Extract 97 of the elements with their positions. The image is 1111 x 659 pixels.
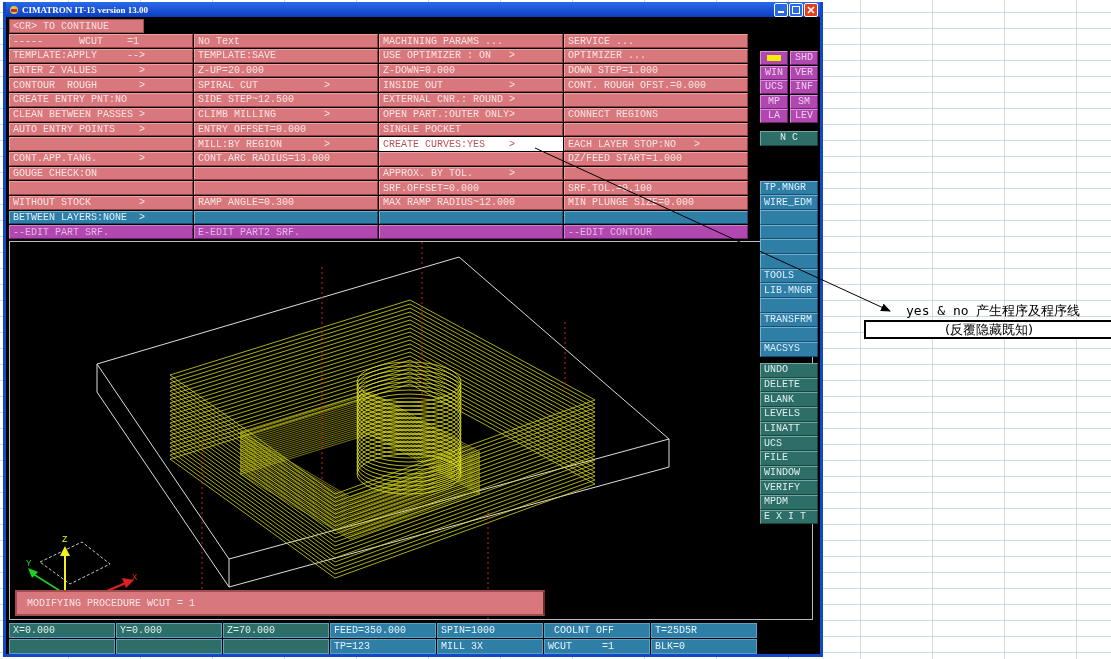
menu-item[interactable]: CLIMB MILLING > [194,107,378,122]
menu-item[interactable]: SERVICE ... [564,34,748,49]
minimize-icon [778,11,784,14]
display-button[interactable]: INF [790,80,818,95]
status-field: COOLNT OFF [544,623,650,638]
module-button[interactable] [760,254,818,269]
status-field: WCUT =1 [544,639,650,654]
menu-item[interactable]: No Text [194,34,378,49]
close-button[interactable] [804,2,818,17]
status-field: Z=70.000 [223,623,329,638]
menu-item[interactable]: Z-DOWN=0.000 [379,63,563,78]
menu-item[interactable]: EACH LAYER STOP:NO > [564,137,748,151]
menu-item[interactable]: CONT.ARC RADIUS=13.000 [194,151,378,166]
display-button[interactable]: WIN [760,65,788,80]
command-button[interactable]: UNDO [760,362,818,378]
menu-item[interactable]: CREATE CURVES:YES > [379,137,563,151]
minimize-button[interactable] [774,2,788,17]
menu-item[interactable]: CONT. ROUGH OFST.=0.000 [564,78,748,93]
menu-item[interactable]: ENTER Z VALUES > [9,63,193,78]
menu-item[interactable]: APPROX. BY TOL. > [379,166,563,181]
menu-item[interactable]: E-EDIT PART2 SRF. [194,225,378,239]
status-field: MILL 3X [437,639,543,654]
color-swatch-icon [767,55,781,62]
menu-item[interactable] [194,166,378,181]
annotation-box: (反覆隐藏既知) [864,320,1111,339]
module-button[interactable] [760,327,818,343]
command-button[interactable]: MPDM [760,495,818,510]
display-button[interactable]: LEV [790,109,818,124]
menu-item[interactable]: TEMPLATE:APPLY --> [9,49,193,63]
menu-item[interactable]: BETWEEN LAYERS:NONE > [9,210,193,225]
menu-item[interactable]: --EDIT CONTOUR [564,225,748,239]
menu-item[interactable]: CREATE ENTRY PNT:NO [9,93,193,107]
module-button[interactable]: LIB.MNGR [760,283,818,299]
command-button[interactable]: UCS [760,436,818,451]
module-button[interactable]: TP.MNGR [760,180,818,196]
menu-item[interactable]: GOUGE CHECK:ON [9,166,193,181]
display-button[interactable] [760,51,788,66]
module-button[interactable] [760,239,818,254]
menu-item[interactable] [564,166,748,181]
status-field: BLK=0 [651,639,757,654]
maximize-button[interactable] [789,2,803,17]
menu-item[interactable] [379,151,563,166]
menu-item[interactable]: CONT.APP.TANG. > [9,151,193,166]
app-icon [9,4,19,15]
menu-item[interactable]: OPTIMIZER ... [564,49,748,63]
display-button[interactable]: MP [760,94,788,109]
menu-item[interactable]: SIDE STEP~12.500 [194,93,378,107]
menu-item[interactable]: AUTO ENTRY POINTS > [9,122,193,137]
annotation-note: yes & no 产生程序及程序线 [905,302,1082,320]
continue-prompt[interactable]: <CR> TO CONTINUE [9,19,144,34]
menu-item[interactable]: ENTRY OFFSET=0.000 [194,122,378,137]
menu-item[interactable]: DOWN STEP=1.000 [564,63,748,78]
menu-item[interactable]: WITHOUT STOCK > [9,195,193,210]
status-field: FEED=350.000 [330,623,436,638]
menu-item[interactable]: ----- WCUT =1 [9,34,193,49]
command-button[interactable]: BLANK [760,392,818,407]
menu-item[interactable] [194,210,378,225]
mode-button[interactable]: N C [760,130,818,146]
status-field: T=25D5R [651,623,757,638]
menu-item[interactable]: Z-UP=20.000 [194,63,378,78]
menu-item[interactable]: MACHINING PARAMS ... [379,34,563,49]
status-field: X=0.000 [9,623,115,638]
menu-item[interactable]: DZ/FEED START=1.000 [564,151,748,166]
menu-item[interactable]: USE OPTIMIZER : ON > [379,49,563,63]
menu-item[interactable]: INSIDE OUT > [379,78,563,93]
menu-item[interactable]: MILL:BY REGION > [194,137,378,151]
menu-item[interactable]: MAX RAMP RADIUS~12.000 [379,195,563,210]
menu-item[interactable]: SRF.OFFSET=0.000 [379,181,563,195]
menu-item[interactable]: CONNECT REGIONS [564,107,748,122]
menu-item[interactable]: --EDIT PART SRF. [9,225,193,239]
display-button[interactable]: LA [760,109,788,124]
status-field: SPIN=1000 [437,623,543,638]
menu-item[interactable]: OPEN PART.:OUTER ONLY> [379,107,563,122]
menu-item[interactable]: TEMPLATE:SAVE [194,49,378,63]
menu-item[interactable] [564,122,748,137]
command-button[interactable]: VERIFY [760,480,818,495]
menu-item[interactable]: CONTOUR ROUGH > [9,78,193,93]
module-button[interactable]: WIRE_EDM [760,195,818,210]
status-field: TP=123 [330,639,436,654]
display-button[interactable]: SHD [790,51,818,66]
module-button[interactable] [760,298,818,313]
window-title: CIMATRON IT-13 version 13.00 [22,4,148,15]
status-field: Y=0.000 [116,623,222,638]
display-button[interactable]: SM [790,94,818,109]
display-button[interactable]: VER [790,65,818,80]
menu-item[interactable] [379,210,563,225]
menu-item[interactable]: SPIRAL CUT > [194,78,378,93]
maximize-icon [792,5,800,14]
message-bar: MODIFYING PROCEDURE WCUT = 1 [15,590,545,616]
menu-item[interactable]: EXTERNAL CNR.: ROUND > [379,93,563,107]
display-button[interactable]: UCS [760,80,788,95]
close-icon [807,5,815,14]
menu-item[interactable]: CLEAN BETWEEN PASSES > [9,107,193,122]
menu-item[interactable] [564,210,748,225]
menu-item[interactable]: SINGLE POCKET [379,122,563,137]
menu-item[interactable]: RAMP ANGLE=0.300 [194,195,378,210]
module-button[interactable]: MACSYS [760,342,818,357]
